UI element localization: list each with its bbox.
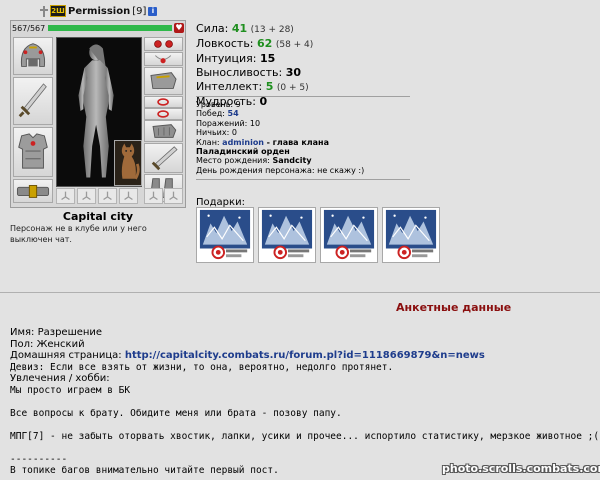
gift-card[interactable] <box>258 207 316 263</box>
profile-motto: Девиз: Если все взять от жизни, то она, … <box>10 361 394 373</box>
clan-badge-icon[interactable]: 2Ш <box>50 5 66 17</box>
empty-slot-icon <box>82 191 91 201</box>
earring-icon <box>154 40 173 48</box>
small-slot-1[interactable] <box>56 188 75 204</box>
gift-card[interactable] <box>320 207 378 263</box>
ring-icon <box>157 98 169 106</box>
section-divider <box>0 292 600 293</box>
gift-card[interactable] <box>196 207 254 263</box>
info-birthplace: Место рождения: Sandcity <box>196 156 312 166</box>
profile-blank <box>10 442 600 454</box>
clan-link[interactable]: adminion <box>222 138 264 147</box>
helmet-icon <box>20 43 46 67</box>
empty-slot-icon <box>61 191 70 201</box>
profile-home: Домашняя страница: http://capitalcity.co… <box>10 350 485 361</box>
anketa-title: Анкетные данные <box>396 301 512 314</box>
profile-blank <box>10 396 600 408</box>
stat-endurance: Выносливость: 30 <box>196 66 302 79</box>
amulet-slot[interactable] <box>144 52 183 66</box>
watermark: photo.scrolls.combats.com <box>442 462 600 475</box>
divider <box>196 96 410 97</box>
info-icon[interactable]: i <box>148 6 158 16</box>
profile-text: Имя: Разрешение Пол: Женский Домашняя ст… <box>10 327 600 477</box>
info-draws: Ничьих: 0 <box>196 128 237 138</box>
heart-icon[interactable]: ♥ <box>174 23 184 33</box>
character-info: Уровень: 9 Побед: 54 Поражений: 10 Ничьи… <box>196 100 364 175</box>
stat-agility: Ловкость: 62 (58 + 4) <box>196 37 314 50</box>
gloves-slot[interactable] <box>144 120 183 142</box>
profile-line: Все вопросы к брату. Обидите меня или бр… <box>10 407 342 419</box>
info-losses: Поражений: 10 <box>196 118 261 128</box>
stat-strength: Сила: 41 (13 + 28) <box>196 22 294 35</box>
home-page-link[interactable]: http://capitalcity.combats.ru/forum.pl?i… <box>125 350 485 361</box>
character-header: 2Ш Permission [9] i <box>40 4 158 18</box>
gift-card-icon <box>383 208 439 262</box>
empty-slot-icon <box>103 191 112 201</box>
empty-slot-icon <box>149 191 158 201</box>
profile-hobby-label: Увлечения / хобби: <box>10 373 110 384</box>
info-wins: Побед: 54 <box>196 109 239 119</box>
info-level: Уровень: 9 <box>196 100 241 109</box>
info-order: Паладинский орден <box>196 147 290 157</box>
city-name: Capital city <box>62 210 134 223</box>
cat-pet-icon <box>121 143 140 180</box>
profile-sex: Пол: Женский <box>10 338 85 350</box>
info-birthday: День рождения персонажа: не скажу :) <box>196 165 365 175</box>
pet-slot[interactable] <box>114 140 142 186</box>
belt-icon <box>16 185 50 198</box>
hp-bar-fill <box>48 25 172 31</box>
stat-intuition: Интуиция: 15 <box>196 52 276 65</box>
hp-text: 567/567 <box>12 24 46 33</box>
empty-slot-icon <box>124 191 133 201</box>
gift-card-icon <box>197 208 253 262</box>
small-slot-2[interactable] <box>77 188 96 204</box>
club-note: Персонаж не в клубе или у него выключен … <box>10 224 147 244</box>
sword-icon <box>18 83 47 118</box>
weapon-slot-left[interactable] <box>13 77 53 125</box>
ring-slot-1[interactable] <box>144 96 183 108</box>
profile-line: МПГ[7] - не забыть оторвать хвостик, лап… <box>10 430 600 442</box>
empty-slot-icon <box>169 191 178 201</box>
profile-blank <box>10 419 600 431</box>
small-slot-4[interactable] <box>119 188 138 204</box>
helmet-slot[interactable] <box>13 37 53 75</box>
gloves-icon <box>152 124 177 138</box>
small-slot-6[interactable] <box>164 188 183 204</box>
ring-slot-2[interactable] <box>144 108 183 120</box>
belt-slot[interactable] <box>13 179 53 203</box>
profile-line: Мы просто играем в БК <box>10 384 131 396</box>
gifts-row <box>196 207 441 265</box>
sword-icon <box>151 146 178 171</box>
divider <box>196 179 410 180</box>
bracer-icon <box>150 72 177 89</box>
character-name: Permission <box>68 5 131 17</box>
earring-slot[interactable] <box>144 37 183 51</box>
info-clan: Клан: adminion - глава клана <box>196 137 329 147</box>
gift-card[interactable] <box>382 207 440 263</box>
weapon-slot-right[interactable] <box>144 143 183 173</box>
ring-icon <box>157 110 169 118</box>
armor-icon <box>18 133 48 169</box>
character-level: [9] <box>132 5 147 17</box>
profile-name: Имя: Разрешение <box>10 327 103 338</box>
hp-bar <box>48 25 172 31</box>
gift-card-icon <box>259 208 315 262</box>
gift-card-icon <box>321 208 377 262</box>
armor-slot[interactable] <box>13 127 53 177</box>
amulet-icon <box>154 55 172 64</box>
stat-intellect: Интеллект: 5 (0 + 5) <box>196 80 309 93</box>
small-slot-5[interactable] <box>144 188 163 204</box>
bracer-slot[interactable] <box>144 67 183 95</box>
cross-icon <box>40 5 48 17</box>
small-slot-3[interactable] <box>98 188 117 204</box>
